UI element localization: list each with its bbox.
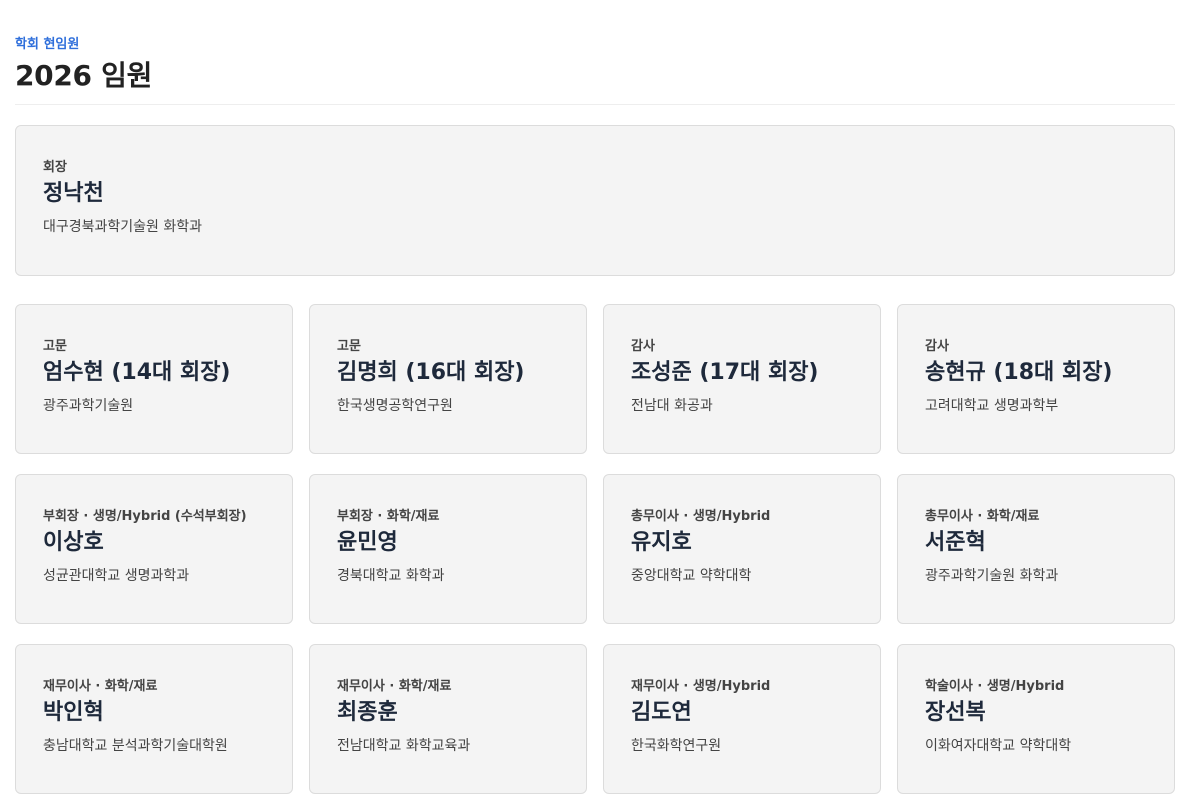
officer-name: 송현규 (18대 회장) (925, 360, 1113, 385)
officer-name: 최종훈 (337, 700, 398, 725)
officer-name: 이상호 (43, 530, 104, 555)
officer-affiliation: 한국화학연구원 (631, 738, 722, 754)
officer-card: 부회장 · 화학/재료 윤민영 경북대학교 화학과 (309, 474, 587, 624)
officer-card: 총무이사 · 화학/재료 서준혁 광주과학기술원 화학과 (897, 474, 1175, 624)
officer-affiliation: 전남대 화공과 (631, 398, 713, 414)
officer-card: 재무이사 · 생명/Hybrid 김도연 한국화학연구원 (603, 644, 881, 794)
officer-role: 총무이사 · 생명/Hybrid (631, 509, 771, 524)
officer-role: 감사 (925, 339, 949, 354)
officer-name: 서준혁 (925, 530, 986, 555)
officer-card: 재무이사 · 화학/재료 최종훈 전남대학교 화학교육과 (309, 644, 587, 794)
officer-affiliation: 중앙대학교 약학대학 (631, 568, 752, 584)
officer-affiliation: 이화여자대학교 약학대학 (925, 738, 1072, 754)
officer-card: 고문 엄수현 (14대 회장) 광주과학기술원 (15, 304, 293, 454)
officer-card: 감사 송현규 (18대 회장) 고려대학교 생명과학부 (897, 304, 1175, 454)
officer-name: 장선복 (925, 700, 986, 725)
officer-affiliation: 고려대학교 생명과학부 (925, 398, 1059, 414)
president-card: 회장 정낙천 대구경북과학기술원 화학과 (15, 125, 1175, 276)
officer-role: 총무이사 · 화학/재료 (925, 509, 1040, 524)
officers-page: 학회 현임원 2026 임원 회장 정낙천 대구경북과학기술원 화학과 고문 엄… (0, 0, 1187, 806)
officer-name: 정낙천 (43, 181, 104, 206)
officer-affiliation: 광주과학기술원 (43, 398, 134, 414)
section-eyebrow: 학회 현임원 (15, 37, 80, 52)
officer-card: 부회장 · 생명/Hybrid (수석부회장) 이상호 성균관대학교 생명과학과 (15, 474, 293, 624)
officer-name: 유지호 (631, 530, 692, 555)
officer-affiliation: 충남대학교 분석과학기술대학원 (43, 738, 228, 754)
officer-role: 고문 (43, 339, 67, 354)
page-title: 2026 임원 (15, 59, 153, 92)
officer-name: 박인혁 (43, 700, 104, 725)
page-header: 학회 현임원 2026 임원 (15, 0, 1175, 105)
officer-role: 재무이사 · 화학/재료 (337, 679, 452, 694)
officer-card: 총무이사 · 생명/Hybrid 유지호 중앙대학교 약학대학 (603, 474, 881, 624)
officer-name: 윤민영 (337, 530, 398, 555)
officer-affiliation: 한국생명공학연구원 (337, 398, 453, 414)
officer-affiliation: 성균관대학교 생명과학과 (43, 568, 190, 584)
officer-role: 부회장 · 화학/재료 (337, 509, 440, 524)
officer-role: 고문 (337, 339, 361, 354)
officer-role: 재무이사 · 생명/Hybrid (631, 679, 771, 694)
officer-grid: 고문 엄수현 (14대 회장) 광주과학기술원 고문 김명희 (16대 회장) … (15, 304, 1175, 794)
officer-name: 김명희 (16대 회장) (337, 360, 525, 385)
officer-affiliation: 경북대학교 화학과 (337, 568, 445, 584)
officer-affiliation: 광주과학기술원 화학과 (925, 568, 1059, 584)
officer-name: 김도연 (631, 700, 692, 725)
officer-role: 학술이사 · 생명/Hybrid (925, 679, 1065, 694)
officer-role: 부회장 · 생명/Hybrid (수석부회장) (43, 509, 247, 524)
officer-role: 재무이사 · 화학/재료 (43, 679, 158, 694)
officer-affiliation: 대구경북과학기술원 화학과 (43, 219, 203, 235)
officer-name: 조성준 (17대 회장) (631, 360, 819, 385)
officer-affiliation: 전남대학교 화학교육과 (337, 738, 471, 754)
officer-name: 엄수현 (14대 회장) (43, 360, 231, 385)
officer-card: 학술이사 · 생명/Hybrid 장선복 이화여자대학교 약학대학 (897, 644, 1175, 794)
officer-role: 감사 (631, 339, 655, 354)
officer-card: 재무이사 · 화학/재료 박인혁 충남대학교 분석과학기술대학원 (15, 644, 293, 794)
officer-card: 고문 김명희 (16대 회장) 한국생명공학연구원 (309, 304, 587, 454)
officer-role: 회장 (43, 160, 67, 175)
officer-card: 감사 조성준 (17대 회장) 전남대 화공과 (603, 304, 881, 454)
